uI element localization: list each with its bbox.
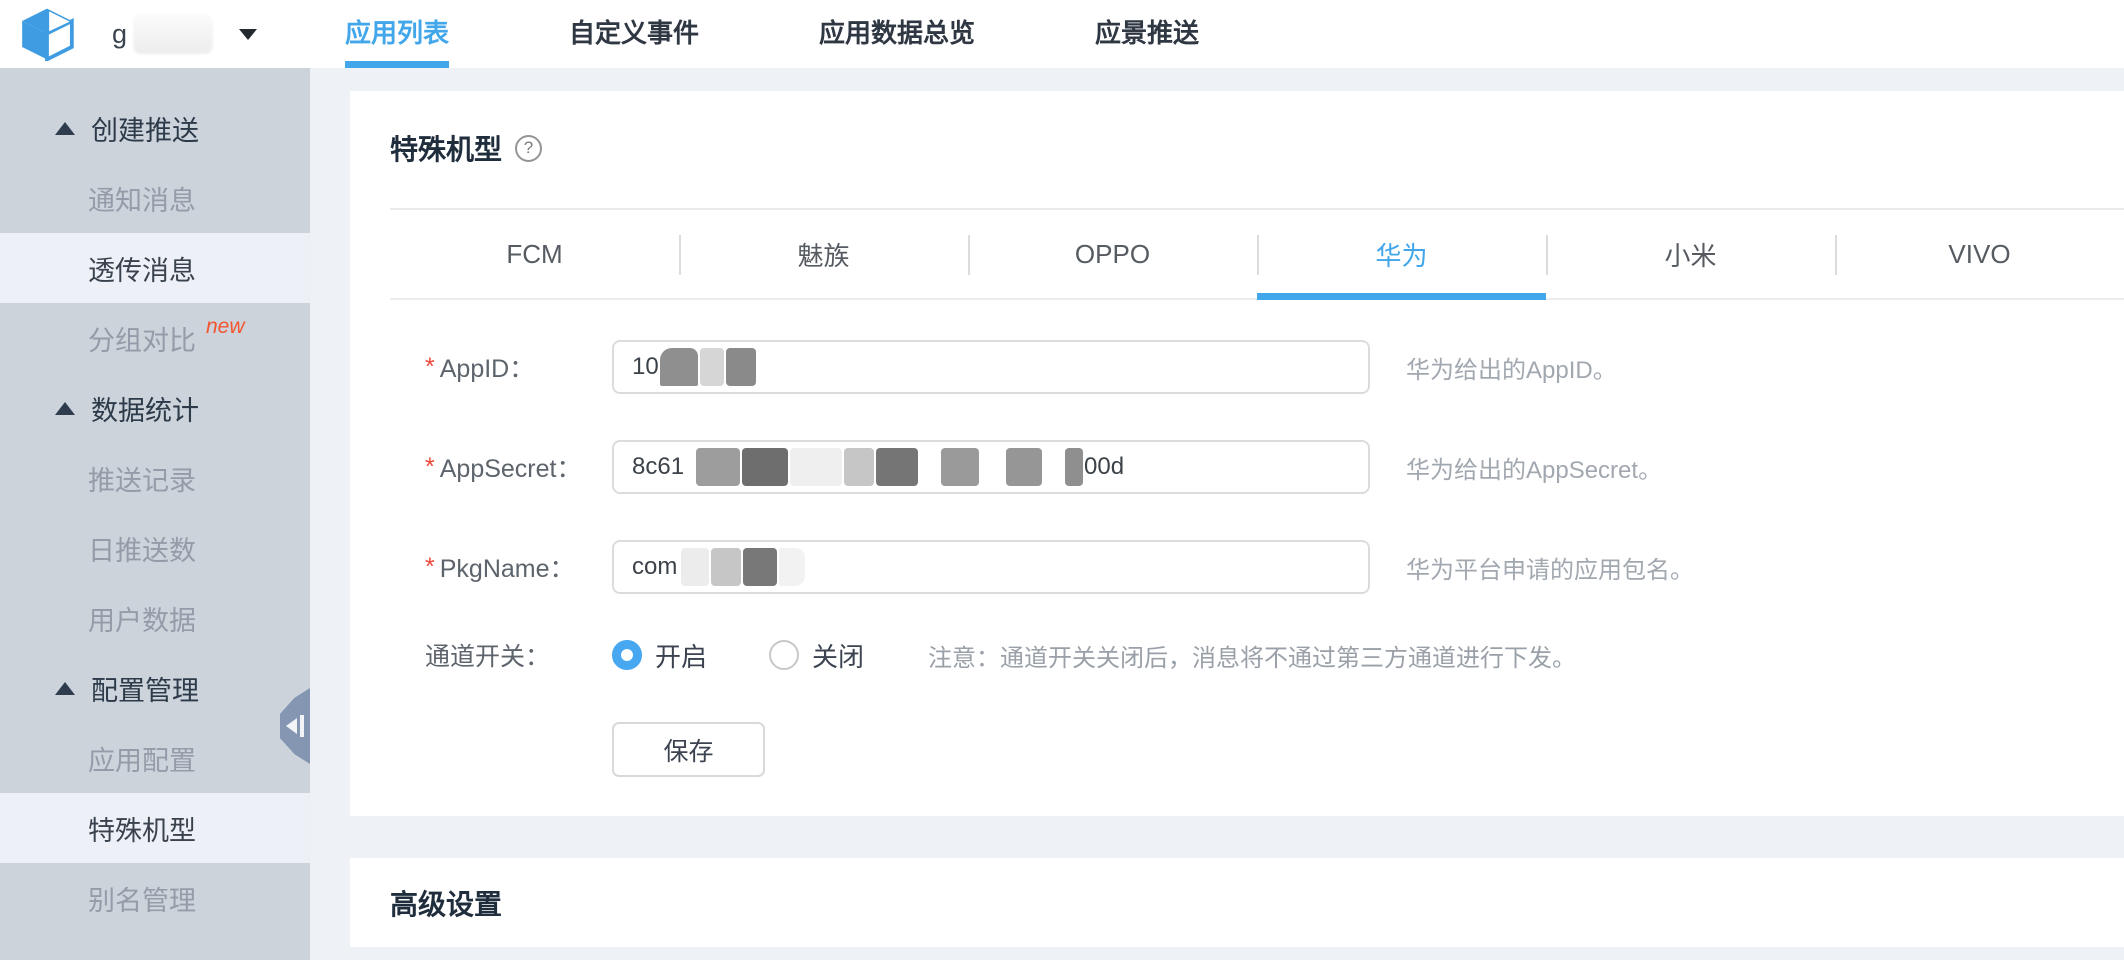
page-title: 特殊机型 [390,128,502,168]
sidebar-item-label: 推送记录 [88,459,196,498]
tab-xiaomi[interactable]: 小米 [1546,210,1835,298]
sidebar-item-alias-management[interactable]: 别名管理 [0,863,310,933]
channel-switch-note: 注意：通道开关关闭后，消息将不通过第三方通道进行下发。 [928,638,1576,673]
redacted-value-blur [779,548,805,586]
new-badge: new [206,315,245,339]
tab-meizu[interactable]: 魅族 [679,210,968,298]
triangle-up-icon [55,122,75,135]
sidebar-item-label: 透传消息 [88,249,196,288]
redacted-value-blur [726,348,756,386]
redacted-value-blur [700,348,724,386]
appsecret-hint: 华为给出的AppSecret。 [1406,450,1662,485]
sidebar-item-user-data[interactable]: 用户数据 [0,583,310,653]
sidebar: 创建推送 通知消息 透传消息 分组对比 new 数据统计 推送记录 日推送数 用… [0,68,310,960]
sidebar-item-notification-message[interactable]: 通知消息 [0,163,310,233]
sidebar-section-label: 数据统计 [91,389,199,428]
nav-tab-custom-events[interactable]: 自定义事件 [569,0,699,68]
pkgname-hint: 华为平台申请的应用包名。 [1406,550,1694,585]
required-asterisk: * [425,453,435,482]
triangle-up-icon [55,682,75,695]
pkgname-input[interactable]: com [612,540,1370,594]
triangle-up-icon [55,402,75,415]
app-logo-cube-icon [20,7,74,61]
sidebar-item-label: 分组对比 [88,319,196,358]
redacted-value-blur [743,548,777,586]
redacted-value-blur [876,448,918,486]
appid-value-visible: 10 [632,353,659,381]
nav-tab-scenario-push[interactable]: 应景推送 [1095,0,1199,68]
radio-option-off[interactable]: 关闭 [769,637,864,674]
redacted-value-blur [696,448,740,486]
channel-switch-label: 通道开关： [425,637,612,673]
radio-selected-icon[interactable] [612,640,642,670]
redacted-value-blur [790,448,842,486]
collapse-left-icon-bar [300,715,304,737]
special-devices-card: 特殊机型 ? FCM 魅族 OPPO 华为 小米 VIVO * AppID： 1… [350,91,2124,816]
sidebar-item-daily-push-count[interactable]: 日推送数 [0,513,310,583]
sidebar-item-passthrough-message[interactable]: 透传消息 [0,233,310,303]
sidebar-item-push-records[interactable]: 推送记录 [0,443,310,513]
pkgname-label: * PkgName： [425,549,612,585]
advanced-settings-title: 高级设置 [390,883,502,923]
sidebar-item-app-config[interactable]: 应用配置 [0,723,310,793]
radio-unselected-icon[interactable] [769,640,799,670]
sidebar-item-special-devices[interactable]: 特殊机型 [0,793,310,863]
radio-option-on[interactable]: 开启 [612,637,707,674]
appid-hint: 华为给出的AppID。 [1406,350,1617,385]
sidebar-item-label: 别名管理 [88,879,196,918]
sidebar-item-label: 应用配置 [88,739,196,778]
vendor-tabs: FCM 魅族 OPPO 华为 小米 VIVO [390,210,2124,300]
redacted-value-blur [681,548,709,586]
redacted-value-blur [941,448,979,486]
redacted-value-blur [711,548,741,586]
sidebar-item-label: 日推送数 [88,529,196,568]
nav-tab-app-list[interactable]: 应用列表 [345,0,449,68]
redacted-value-blur [742,448,788,486]
collapse-left-icon [286,718,297,734]
sidebar-item-group-compare[interactable]: 分组对比 new [0,303,310,373]
sidebar-section-label: 配置管理 [91,669,199,708]
redacted-value-blur [844,448,874,486]
tab-fcm[interactable]: FCM [390,210,679,298]
redacted-value-blur [1006,448,1042,486]
appsecret-value-visible: 8c61 [632,453,684,481]
account-name: g [112,19,127,50]
redacted-account-name [133,14,213,54]
advanced-settings-card: 高级设置 [350,858,2124,947]
appsecret-label: * AppSecret： [425,449,612,485]
appid-label: * AppID： [425,349,612,385]
top-nav: 应用列表 自定义事件 应用数据总览 应景推送 [345,0,1319,68]
help-icon[interactable]: ? [515,135,542,162]
app-selector-dropdown[interactable]: g [112,0,257,68]
sidebar-item-label: 用户数据 [88,599,196,638]
appsecret-value-visible-end: 00d [1084,453,1124,481]
tab-oppo[interactable]: OPPO [968,210,1257,298]
tab-huawei[interactable]: 华为 [1257,210,1546,298]
sidebar-section-label: 创建推送 [91,109,199,148]
top-bar: g 应用列表 自定义事件 应用数据总览 应景推送 [0,0,2124,68]
sidebar-section-create-push[interactable]: 创建推送 [0,93,310,163]
sidebar-section-data-statistics[interactable]: 数据统计 [0,373,310,443]
redacted-value-blur [1065,448,1083,486]
channel-switch-row: 通道开关： 开启 关闭 注意：通道开关关闭后，消息将不通过第三方通道进行下发。 [425,640,2124,670]
nav-tab-app-data-overview[interactable]: 应用数据总览 [819,0,975,68]
sidebar-item-label: 特殊机型 [88,809,196,848]
appsecret-input[interactable]: 8c61 00d [612,440,1370,494]
main-content: 特殊机型 ? FCM 魅族 OPPO 华为 小米 VIVO * AppID： 1… [350,68,2124,947]
save-button[interactable]: 保存 [612,722,765,777]
tab-vivo[interactable]: VIVO [1835,210,2124,298]
sidebar-section-config-management[interactable]: 配置管理 [0,653,310,723]
sidebar-item-label: 通知消息 [88,179,196,218]
required-asterisk: * [425,553,435,582]
pkgname-value-visible: com [632,553,677,581]
redacted-value-blur [660,348,698,386]
huawei-config-form: * AppID： 10 华为给出的AppID。 * AppSecret： [390,340,2124,777]
appid-input[interactable]: 10 [612,340,1370,394]
caret-down-icon [239,29,257,40]
required-asterisk: * [425,353,435,382]
